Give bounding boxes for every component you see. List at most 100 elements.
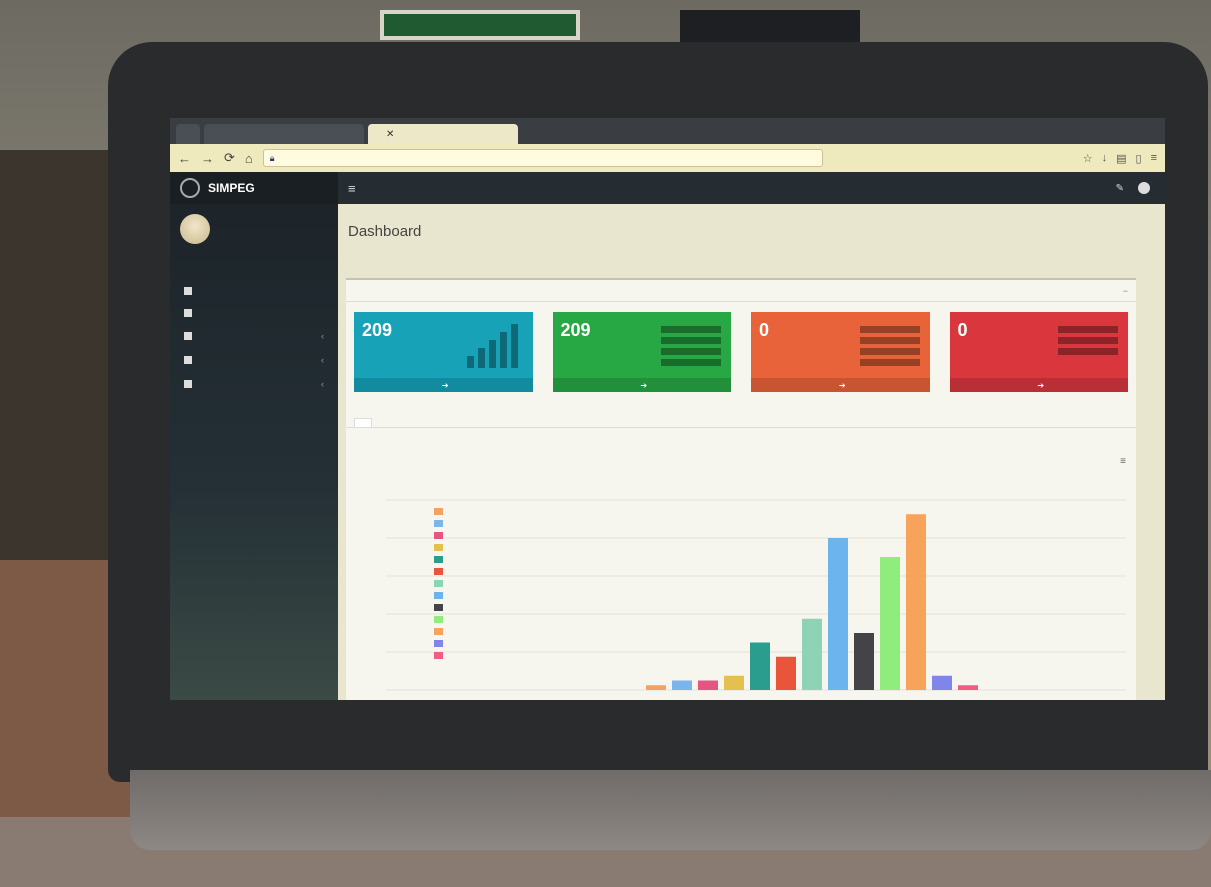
stat-card-3: 0 ➔ bbox=[751, 312, 930, 392]
chart-bar[interactable] bbox=[802, 618, 822, 690]
stat-card-2: 209 ➔ bbox=[552, 312, 731, 392]
reload-icon[interactable]: ⟳ bbox=[224, 150, 235, 166]
page-header: Dashboard bbox=[338, 204, 1165, 258]
legend-swatch[interactable] bbox=[434, 520, 443, 527]
chart-bar[interactable] bbox=[672, 680, 692, 691]
hamburger-icon[interactable]: ≡ bbox=[348, 181, 356, 196]
arrow-circle-right-icon: ➔ bbox=[838, 380, 846, 390]
chart-bar[interactable] bbox=[932, 675, 952, 690]
browser-navbar: ← → ⟳ ⌂ 🔒︎ ☆ ↓ ▤ ▯ ≡ bbox=[170, 144, 1165, 172]
sidebar-item-employees[interactable]: ‹ bbox=[170, 324, 338, 348]
chart-bar[interactable] bbox=[880, 557, 900, 690]
app-topbar: ≡ ✎ bbox=[338, 172, 1165, 204]
stat-card-1: 209 ➔ bbox=[354, 312, 533, 392]
tab-chart-1[interactable] bbox=[354, 418, 372, 427]
chevron-left-icon: ‹ bbox=[321, 331, 324, 341]
lock-icon: 🔒︎ bbox=[269, 152, 275, 163]
chart-bar[interactable] bbox=[854, 633, 874, 690]
bar-chart-icon bbox=[466, 324, 518, 368]
stat-card-footer-link[interactable]: ➔ bbox=[751, 378, 930, 392]
legend-swatch[interactable] bbox=[434, 616, 443, 623]
chart-bar[interactable] bbox=[698, 680, 718, 691]
user-menu[interactable] bbox=[1138, 182, 1155, 194]
chart-tabs bbox=[346, 392, 1136, 428]
page-title: Dashboard bbox=[348, 222, 422, 240]
chart-bar[interactable] bbox=[750, 642, 770, 691]
sidebar-item-dashboard[interactable] bbox=[170, 280, 338, 302]
close-icon[interactable]: ✕ bbox=[386, 129, 394, 140]
list-icon bbox=[859, 326, 920, 366]
legend-swatch[interactable] bbox=[434, 628, 443, 635]
address-bar[interactable]: 🔒︎ bbox=[262, 149, 823, 167]
download-icon[interactable]: ↓ bbox=[1102, 152, 1108, 165]
stat-card-footer-link[interactable]: ➔ bbox=[354, 378, 533, 392]
stat-card-4: 0 ➔ bbox=[949, 312, 1128, 392]
legend-swatch[interactable] bbox=[434, 556, 443, 563]
notification-icon[interactable]: ✎ bbox=[1116, 183, 1124, 194]
topbar-right: ✎ bbox=[1116, 182, 1155, 194]
list-icon bbox=[1058, 326, 1118, 355]
app-logo-icon bbox=[180, 178, 200, 198]
sidebar-menu: ‹ ‹ ‹ bbox=[170, 280, 338, 396]
sidebar-item-reports[interactable]: ‹ bbox=[170, 372, 338, 396]
sidebar-item-profile[interactable] bbox=[170, 302, 338, 324]
stat-value: 0 bbox=[759, 320, 770, 340]
browser-tab-2[interactable] bbox=[204, 124, 364, 144]
laptop-screen: ✕ ← → ⟳ ⌂ 🔒︎ ☆ ↓ ▤ ▯ ≡ SIMPEG ‹ ‹ ‹ ≡ ✎ … bbox=[170, 118, 1165, 700]
app-brand: SIMPEG bbox=[208, 181, 255, 195]
home-icon[interactable]: ⌂ bbox=[245, 151, 253, 166]
chart-bar[interactable] bbox=[828, 538, 848, 690]
dashboard-box: − 209 ➔ 209 ➔ 0 ➔ 0 ➔ ≡ bbox=[346, 278, 1136, 700]
sidebar-icon[interactable]: ▯ bbox=[1136, 152, 1142, 165]
legend-swatch[interactable] bbox=[434, 544, 443, 551]
chart-menu-icon[interactable]: ≡ bbox=[1120, 456, 1126, 467]
legend-swatch[interactable] bbox=[434, 508, 443, 515]
chart-bar[interactable] bbox=[776, 656, 796, 690]
forward-icon[interactable]: → bbox=[201, 151, 214, 166]
library-icon[interactable]: ▤ bbox=[1116, 152, 1126, 165]
back-icon[interactable]: ← bbox=[178, 151, 191, 166]
wall-frame bbox=[380, 10, 580, 40]
bar-chart bbox=[386, 499, 1126, 691]
legend-swatch[interactable] bbox=[434, 592, 443, 599]
background-shelf bbox=[0, 150, 120, 630]
file-icon bbox=[184, 380, 192, 388]
chart-area: ≡ bbox=[346, 450, 1136, 700]
arrow-circle-right-icon: ➔ bbox=[640, 380, 648, 390]
menu-icon[interactable]: ≡ bbox=[1151, 152, 1157, 165]
chart-bar[interactable] bbox=[906, 514, 926, 690]
chart-bar[interactable] bbox=[646, 685, 666, 690]
tab-chart-2[interactable] bbox=[386, 419, 402, 427]
stat-cards: 209 ➔ 209 ➔ 0 ➔ 0 ➔ bbox=[346, 302, 1136, 392]
user-panel bbox=[170, 204, 338, 254]
legend-swatch[interactable] bbox=[434, 652, 443, 659]
avatar bbox=[180, 214, 210, 244]
chevron-left-icon: ‹ bbox=[321, 355, 324, 365]
legend-swatch[interactable] bbox=[434, 604, 443, 611]
stat-value: 209 bbox=[362, 320, 393, 340]
collapse-icon[interactable]: − bbox=[1123, 286, 1128, 296]
sidebar-item-reference[interactable]: ‹ bbox=[170, 348, 338, 372]
legend-swatch[interactable] bbox=[434, 640, 443, 647]
chart-bar[interactable] bbox=[724, 675, 744, 690]
main-content: Dashboard − 209 ➔ 209 ➔ 0 ➔ 0 ➔ ≡ bbox=[338, 204, 1165, 700]
arrow-circle-right-icon: ➔ bbox=[1037, 380, 1045, 390]
dashboard-icon bbox=[184, 287, 192, 295]
list-icon bbox=[661, 326, 721, 366]
browser-tab-active[interactable]: ✕ bbox=[368, 124, 518, 144]
star-icon[interactable]: ☆ bbox=[1083, 152, 1093, 165]
stat-value: 0 bbox=[957, 320, 968, 340]
stat-value: 209 bbox=[560, 320, 591, 340]
legend-swatch[interactable] bbox=[434, 580, 443, 587]
chart-bar[interactable] bbox=[958, 685, 978, 690]
stat-card-footer-link[interactable]: ➔ bbox=[949, 378, 1128, 392]
legend-swatch[interactable] bbox=[434, 532, 443, 539]
browser-tab-1[interactable] bbox=[176, 124, 200, 144]
user-icon bbox=[1138, 182, 1150, 194]
laptop-base bbox=[130, 770, 1211, 850]
legend-swatch[interactable] bbox=[434, 568, 443, 575]
app-logo-bar[interactable]: SIMPEG bbox=[170, 172, 338, 204]
stat-card-footer-link[interactable]: ➔ bbox=[552, 378, 731, 392]
arrow-circle-right-icon: ➔ bbox=[441, 380, 449, 390]
sidebar: SIMPEG ‹ ‹ ‹ bbox=[170, 172, 338, 700]
